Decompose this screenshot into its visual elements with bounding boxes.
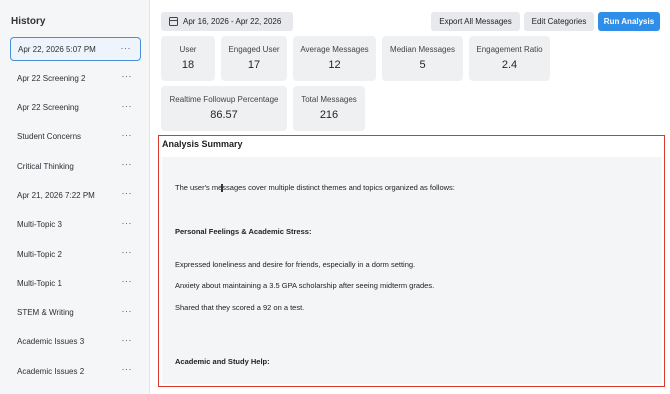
stat-value: 12 — [328, 59, 341, 71]
history-item[interactable]: Academic Issues 2 ··· — [10, 359, 141, 383]
edit-categories-button[interactable]: Edit Categories — [524, 12, 594, 31]
analysis-summary-panel: Analysis Summary The user's messages cov… — [158, 135, 665, 387]
history-item[interactable]: Apr 22 Screening 2 ··· — [10, 66, 141, 90]
history-item-label: Apr 22 Screening 2 — [17, 73, 86, 83]
stat-value: 216 — [319, 109, 339, 121]
history-item[interactable]: STEM & Writing ··· — [10, 301, 141, 325]
export-all-messages-button[interactable]: Export All Messages — [431, 12, 520, 31]
date-range-picker[interactable]: Apr 16, 2026 - Apr 22, 2026 — [161, 12, 293, 31]
history-sidebar: History Apr 22, 2026 5:07 PM ··· Apr 22 … — [0, 0, 150, 394]
stat-value: 86.57 — [210, 109, 238, 121]
history-item-label: Apr 22, 2026 5:07 PM — [18, 44, 96, 54]
stat-card-average-messages: Average Messages 12 — [293, 36, 376, 81]
calendar-icon — [169, 17, 178, 26]
stat-value: 17 — [247, 59, 261, 71]
stat-card-total-messages: Total Messages 216 — [293, 86, 365, 131]
history-item-label: Apr 22 Screening — [17, 103, 79, 113]
history-item-label: Multi-Topic 3 — [17, 220, 62, 230]
history-item[interactable]: Apr 22 Screening ··· — [10, 96, 141, 120]
more-options-icon[interactable]: ··· — [122, 188, 133, 198]
stat-card-engagement-ratio: Engagement Ratio 2.4 — [469, 36, 550, 81]
history-item-label: Academic Issues 2 — [17, 366, 85, 376]
history-item-label: STEM & Writing — [17, 308, 74, 318]
history-item-label: Multi-Topic 2 — [17, 249, 62, 259]
stat-card-realtime-followup: Realtime Followup Percentage 86.57 — [161, 86, 287, 131]
stat-card-median-messages: Median Messages 5 — [382, 36, 463, 81]
stat-value: 5 — [419, 59, 426, 71]
analysis-paragraph: Anxiety about maintaining a 3.5 GPA scho… — [175, 281, 435, 290]
history-item[interactable]: Multi-Topic 2 ··· — [10, 242, 141, 266]
analysis-paragraph: Expressed loneliness and desire for frie… — [175, 260, 416, 269]
analysis-heading: Personal Feelings & Academic Stress: — [175, 227, 312, 236]
sidebar-title: History — [11, 16, 46, 27]
history-item-label: Apr 21, 2026 7:22 PM — [17, 190, 95, 200]
history-item[interactable]: Multi-Topic 1 ··· — [10, 271, 141, 295]
more-options-icon[interactable]: ··· — [122, 159, 133, 169]
text-cursor-icon — [221, 184, 223, 192]
run-analysis-button[interactable]: Run Analysis — [598, 12, 660, 31]
stat-value: 2.4 — [501, 59, 518, 71]
history-item-label: Student Concerns — [17, 132, 82, 142]
history-item[interactable]: Apr 22, 2026 5:07 PM ··· — [10, 37, 141, 61]
history-item[interactable]: Critical Thinking ··· — [10, 154, 141, 178]
history-item[interactable]: Multi-Topic 3 ··· — [10, 213, 141, 237]
more-options-icon[interactable]: ··· — [121, 43, 132, 53]
stat-label: Average Messages — [300, 45, 369, 54]
analysis-paragraph: The user's messages cover multiple disti… — [175, 183, 455, 192]
more-options-icon[interactable]: ··· — [122, 335, 133, 345]
analysis-paragraph: Shared that they scored a 92 on a test. — [175, 303, 305, 312]
stat-label: Total Messages — [301, 95, 357, 104]
more-options-icon[interactable]: ··· — [122, 276, 133, 286]
analysis-summary-body[interactable]: The user's messages cover multiple disti… — [162, 157, 662, 384]
date-range-label: Apr 16, 2026 - Apr 22, 2026 — [183, 17, 282, 26]
more-options-icon[interactable]: ··· — [122, 71, 133, 81]
stat-value: 18 — [181, 59, 195, 71]
history-list: Apr 22, 2026 5:07 PM ··· Apr 22 Screenin… — [10, 37, 141, 389]
history-item[interactable]: Apr 21, 2026 7:22 PM ··· — [10, 183, 141, 207]
stat-card-user: User 18 — [161, 36, 215, 81]
more-options-icon[interactable]: ··· — [122, 247, 133, 257]
stat-label: Engaged User — [228, 45, 280, 54]
more-options-icon[interactable]: ··· — [122, 130, 133, 140]
more-options-icon[interactable]: ··· — [122, 101, 133, 111]
more-options-icon[interactable]: ··· — [122, 364, 133, 374]
history-item-label: Critical Thinking — [17, 161, 74, 171]
analysis-heading: Academic and Study Help: — [175, 357, 270, 366]
stat-label: User — [179, 45, 197, 54]
history-item-label: Multi-Topic 1 — [17, 278, 62, 288]
history-item[interactable]: Academic Issues 3 ··· — [10, 330, 141, 354]
more-options-icon[interactable]: ··· — [122, 306, 133, 316]
stat-label: Realtime Followup Percentage — [169, 95, 279, 104]
stat-label: Engagement Ratio — [476, 45, 543, 54]
stat-card-engaged-user: Engaged User 17 — [221, 36, 287, 81]
more-options-icon[interactable]: ··· — [122, 218, 133, 228]
history-item[interactable]: Student Concerns ··· — [10, 125, 141, 149]
analysis-summary-title: Analysis Summary — [162, 139, 243, 149]
history-item-label: Academic Issues 3 — [17, 337, 85, 347]
stat-label: Median Messages — [390, 45, 455, 54]
